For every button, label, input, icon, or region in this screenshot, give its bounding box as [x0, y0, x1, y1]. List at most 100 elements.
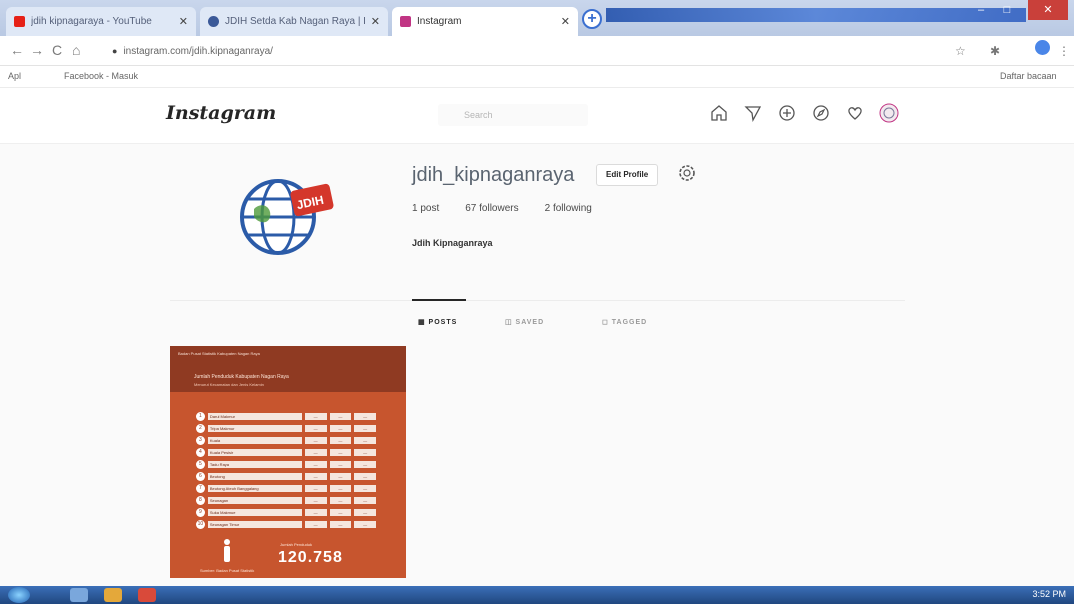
home-icon[interactable] [708, 102, 730, 124]
forward-icon[interactable]: → [30, 42, 44, 58]
close-tab-icon[interactable]: ✕ [371, 15, 380, 28]
close-tab-icon[interactable]: ✕ [179, 15, 188, 28]
post-table-cell: 9 [196, 508, 205, 517]
maximize-button[interactable]: □ [994, 0, 1020, 20]
post-table-cell: 1 [196, 412, 205, 421]
post-table-row: 7 Beutong Ateuh Banggalang — — — [196, 484, 376, 493]
tab-youtube[interactable]: jdih kipnagaraya - YouTube ✕ [6, 7, 196, 36]
post-thumbnail[interactable]: Badan Pusat Statistik Kabupaten Nagan Ra… [170, 346, 406, 578]
profile-picture[interactable]: JDIH [232, 161, 340, 269]
start-button[interactable] [8, 587, 30, 603]
settings-gear-icon[interactable] [677, 163, 697, 183]
menu-icon[interactable]: ⋮ [1058, 44, 1070, 58]
explorer-icon[interactable] [70, 588, 88, 602]
system-tray: 3:52 PM [1032, 589, 1066, 599]
profile-username: jdih_kipnaganraya [412, 164, 575, 186]
profile-avatar-icon[interactable] [878, 102, 900, 124]
post-total: 120.758 [278, 549, 343, 566]
post-table-cell: — [329, 449, 352, 456]
bookmark-star-icon[interactable]: ☆ [955, 44, 966, 58]
bookmarks-bar: Apl Facebook - Masuk Daftar bacaan [0, 66, 1074, 88]
post-table-cell: — [304, 521, 327, 528]
browser-toolbar: ← → C ⌂ ● instagram.com/jdih.kipnaganraya… [0, 36, 1074, 66]
post-table-row: 10 Seunagan Timur — — — [196, 520, 376, 529]
post-table-cell: Tadu Raya [207, 461, 302, 468]
post-table-cell: Seunagan [207, 497, 302, 504]
post-table-cell: 8 [196, 496, 205, 505]
post-table-cell: — [329, 413, 352, 420]
post-footer: Sumber: Badan Pusat Statistik [200, 568, 255, 573]
close-window-button[interactable]: ✕ [1028, 0, 1068, 20]
post-table-cell: — [354, 449, 376, 456]
instagram-logo[interactable]: Instagram [166, 102, 276, 124]
bookmark-apps[interactable]: Apl [8, 71, 21, 81]
post-table-cell: 3 [196, 436, 205, 445]
following-link[interactable]: 2 following [545, 203, 592, 214]
post-table-row: 4 Kuala Pesisir — — — [196, 448, 376, 457]
post-table-cell: — [354, 413, 376, 420]
post-table-cell: 10 [196, 520, 205, 529]
post-table-cell: — [354, 425, 376, 432]
url-text: instagram.com/jdih.kipnaganraya/ [123, 46, 273, 57]
instagram-icon [400, 16, 411, 27]
post-table-cell: — [354, 521, 376, 528]
post-table-cell: — [329, 425, 352, 432]
followers-link[interactable]: 67 followers [465, 203, 518, 214]
post-title: Jumlah Penduduk Kabupaten Nagan Raya [194, 374, 289, 380]
lock-icon: ● [112, 46, 118, 56]
tab-title: JDIH Setda Kab Nagan Raya | Facebook [225, 16, 365, 27]
minimize-button[interactable]: – [968, 0, 994, 20]
chrome-icon[interactable] [138, 588, 156, 602]
address-bar[interactable]: ● instagram.com/jdih.kipnaganraya/ [112, 42, 912, 60]
clock[interactable]: 3:52 PM [1032, 589, 1066, 599]
tab-tagged[interactable]: ◻ TAGGED [602, 318, 647, 326]
post-table-cell: Seunagan Timur [207, 521, 302, 528]
folder-icon[interactable] [104, 588, 122, 602]
post-header-text: Badan Pusat Statistik Kabupaten Nagan Ra… [178, 351, 260, 356]
post-table-cell: 4 [196, 448, 205, 457]
post-table-cell: — [329, 437, 352, 444]
instagram-page: Instagram Search JDIH jdih_kipnaganraya … [0, 88, 1074, 586]
direct-message-icon[interactable] [742, 102, 764, 124]
activity-heart-icon[interactable] [844, 102, 866, 124]
post-table-cell: 7 [196, 484, 205, 493]
divider [170, 300, 905, 301]
search-input[interactable]: Search [438, 104, 588, 126]
new-post-icon[interactable] [776, 102, 798, 124]
close-tab-icon[interactable]: ✕ [561, 15, 570, 28]
tab-posts[interactable]: ▦ POSTS [418, 318, 457, 326]
windows-taskbar: 3:52 PM [0, 586, 1074, 604]
facebook-icon [208, 16, 219, 27]
reload-icon[interactable]: C [52, 42, 62, 58]
post-table-cell: — [304, 509, 327, 516]
post-table-cell: Kuala [207, 437, 302, 444]
extensions-icon[interactable]: ✱ [990, 44, 1000, 58]
post-table-cell: — [329, 485, 352, 492]
new-tab-button[interactable]: + [582, 9, 602, 29]
tab-instagram[interactable]: Instagram ✕ [392, 7, 578, 36]
post-table-cell: Darul Makmur [207, 413, 302, 420]
post-table-cell: — [354, 473, 376, 480]
home-icon[interactable]: ⌂ [72, 42, 80, 58]
profile-avatar-icon[interactable] [1035, 40, 1050, 55]
post-table-cell: Beutong Ateuh Banggalang [207, 485, 302, 492]
profile-stats: 1 post 67 followers 2 following [412, 203, 592, 214]
tab-facebook[interactable]: JDIH Setda Kab Nagan Raya | Facebook ✕ [200, 7, 388, 36]
post-table-row: 9 Suka Makmue — — — [196, 508, 376, 517]
post-table-cell: — [354, 437, 376, 444]
post-table-cell: — [354, 461, 376, 468]
post-table-row: 5 Tadu Raya — — — [196, 460, 376, 469]
active-tab-indicator [412, 299, 466, 301]
post-total-label: Jumlah Penduduk [280, 542, 313, 547]
post-table-cell: 5 [196, 460, 205, 469]
tab-saved[interactable]: ◫ SAVED [505, 318, 544, 326]
reading-list[interactable]: Daftar bacaan [1000, 71, 1057, 81]
post-table-cell: — [304, 425, 327, 432]
explore-icon[interactable] [810, 102, 832, 124]
back-icon[interactable]: ← [10, 42, 24, 58]
browser-tab-strip: jdih kipnagaraya - YouTube ✕ JDIH Setda … [0, 0, 1074, 36]
edit-profile-button[interactable]: Edit Profile [596, 164, 659, 186]
bookmark-facebook[interactable]: Facebook - Masuk [64, 71, 138, 81]
post-table-cell: — [329, 461, 352, 468]
post-table-row: 3 Kuala — — — [196, 436, 376, 445]
